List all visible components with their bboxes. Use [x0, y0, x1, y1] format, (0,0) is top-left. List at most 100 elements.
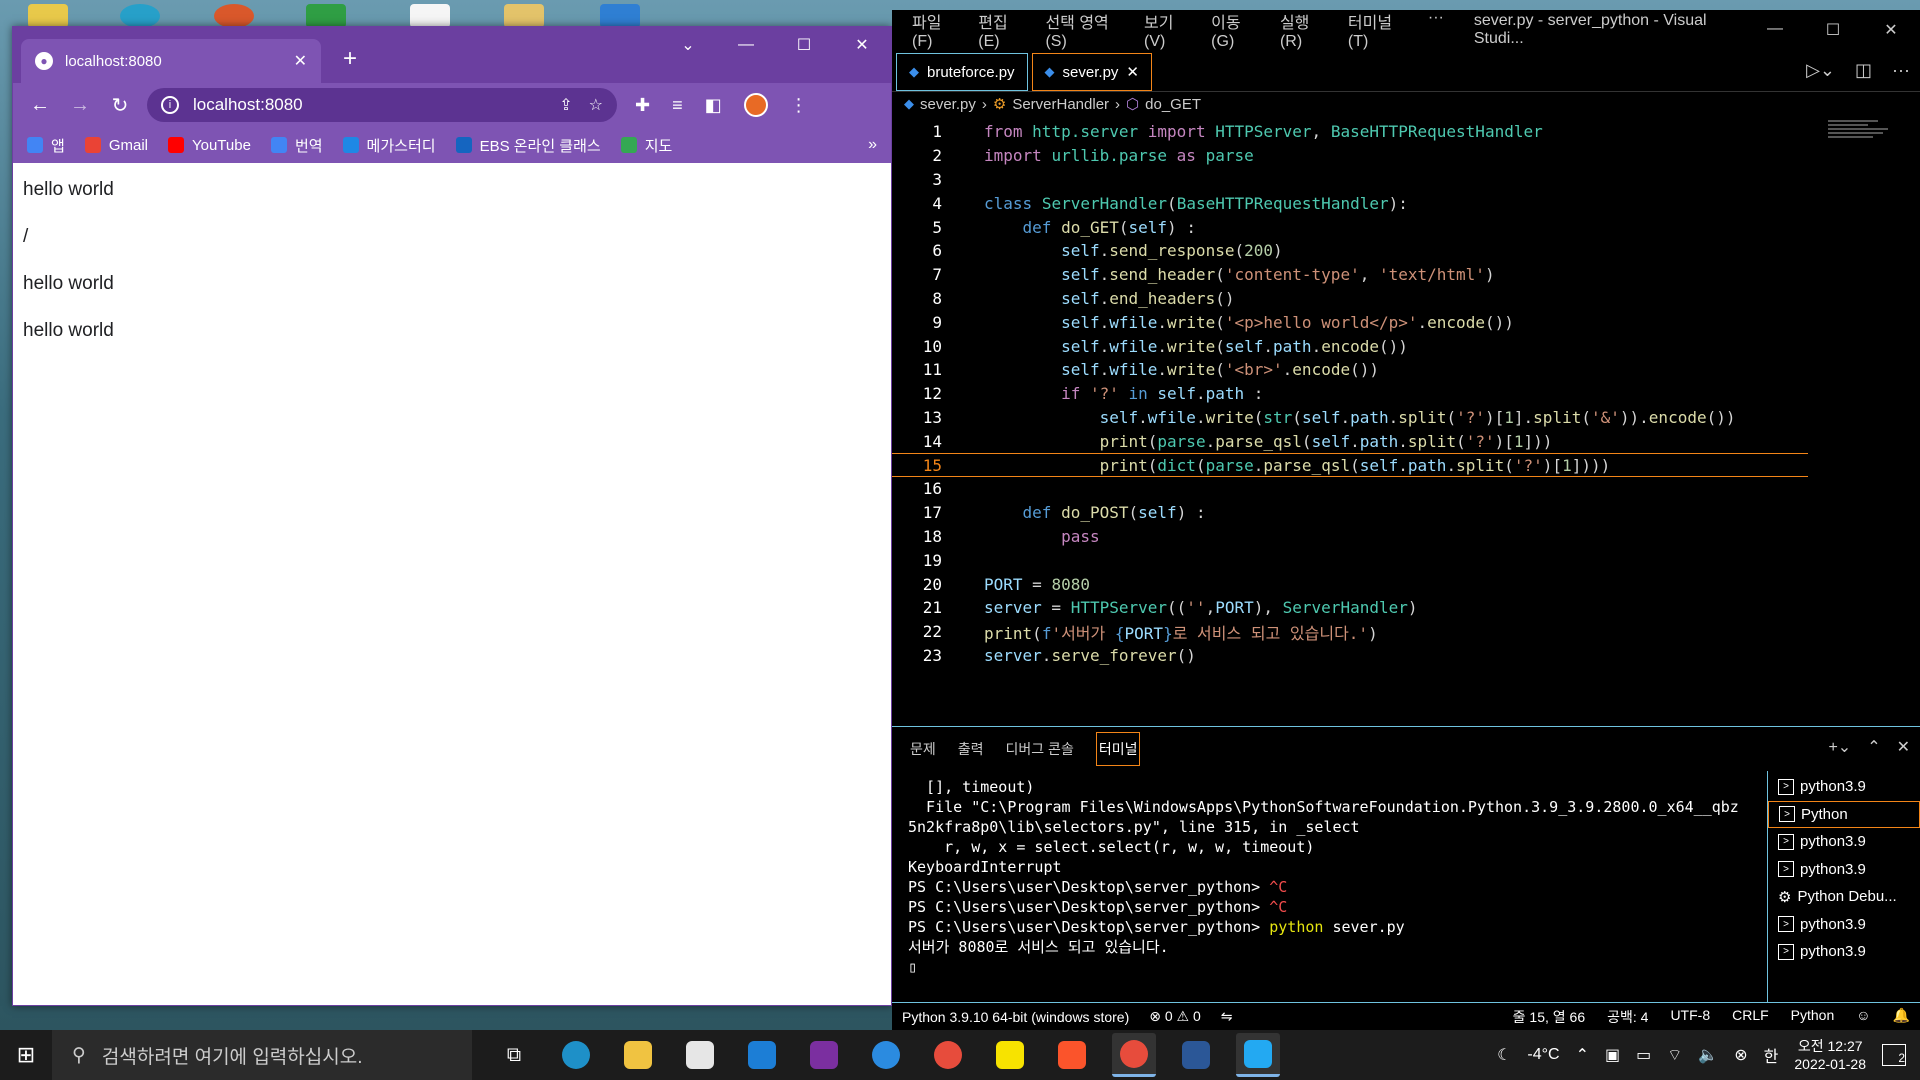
bookmark-translate[interactable]: 번역 — [270, 135, 323, 156]
tab-bruteforce[interactable]: ◆ bruteforce.py — [896, 53, 1028, 91]
menu-selection[interactable]: 선택 영역(S) — [1045, 9, 1124, 51]
close-icon[interactable]: ✕ — [1897, 737, 1910, 757]
maximize-panel-icon[interactable]: ⌃ — [1867, 737, 1880, 757]
tab-problems[interactable]: 문제 — [910, 739, 936, 759]
split-editor-icon[interactable]: ◫ — [1855, 60, 1872, 81]
network-icon[interactable]: ⌔ — [1667, 1045, 1682, 1065]
tab-debug-console[interactable]: 디버그 콘솔 — [1006, 739, 1074, 759]
interpreter-status[interactable]: Python 3.9.10 64-bit (windows store) — [902, 1009, 1129, 1025]
desktop-icon[interactable] — [600, 4, 640, 28]
breadcrumb-class[interactable]: ServerHandler — [1012, 96, 1109, 113]
cursor-position[interactable]: 줄 15, 열 66 — [1513, 1007, 1585, 1027]
terminal-instance[interactable]: ⚙ Python Debu... — [1768, 883, 1920, 911]
minimize-button[interactable]: — — [1746, 20, 1804, 40]
weather-moon-icon[interactable]: ☾ — [1497, 1045, 1511, 1065]
menu-go[interactable]: 이동(G) — [1211, 9, 1260, 51]
terminal-instance[interactable]: > python3.9 — [1768, 773, 1920, 801]
internet-explorer-icon[interactable] — [864, 1033, 908, 1077]
menu-icon[interactable]: ⋮ — [790, 95, 808, 116]
store-icon[interactable] — [678, 1033, 722, 1077]
windows-start-button[interactable]: ⊞ — [0, 1030, 52, 1080]
menu-more[interactable]: ··· — [1428, 9, 1444, 51]
problems-status[interactable]: ⊗ 0 ⚠ 0 — [1149, 1008, 1201, 1025]
kakaotalk-icon[interactable] — [988, 1033, 1032, 1077]
maximize-button[interactable]: ☐ — [1804, 20, 1862, 40]
ime-indicator[interactable]: 한 — [1764, 1043, 1779, 1067]
mute-icon[interactable]: ⊗ — [1734, 1045, 1747, 1065]
address-bar[interactable]: i localhost:8080 ⇪ ☆ — [147, 88, 617, 122]
chevron-right-icon[interactable]: » — [868, 136, 877, 154]
taskbar-search[interactable]: ⚲ 검색하려면 여기에 입력하십시오. — [52, 1030, 472, 1080]
menu-file[interactable]: 파일(F) — [912, 9, 958, 51]
camera-icon[interactable]: ▣ — [1605, 1045, 1620, 1065]
live-share-icon[interactable]: ⇋ — [1221, 1008, 1233, 1025]
new-tab-button[interactable]: + — [343, 45, 357, 73]
close-button[interactable]: ✕ — [1862, 20, 1920, 40]
desktop-icon[interactable] — [214, 4, 254, 28]
file-explorer-icon[interactable] — [616, 1033, 660, 1077]
indentation[interactable]: 공백: 4 — [1607, 1007, 1648, 1027]
terminal-instance[interactable]: > python3.9 — [1768, 828, 1920, 856]
chevron-up-icon[interactable]: ⌃ — [1576, 1045, 1589, 1065]
minimap[interactable] — [1828, 120, 1898, 180]
bookmark-megastudy[interactable]: 메가스터디 — [342, 135, 436, 156]
terminal-instance[interactable]: > python3.9 — [1768, 911, 1920, 939]
brave-icon[interactable] — [1050, 1033, 1094, 1077]
avatar[interactable] — [743, 93, 768, 117]
clock[interactable]: 오전 12:27 2022-01-28 — [1794, 1037, 1866, 1073]
side-panel-icon[interactable]: ◧ — [705, 95, 722, 116]
terminal-instance[interactable]: > python3.9 — [1768, 856, 1920, 884]
onenote-icon[interactable] — [802, 1033, 846, 1077]
edge-icon[interactable] — [554, 1033, 598, 1077]
bookmark-gmail[interactable]: Gmail — [84, 137, 148, 154]
desktop-icon[interactable] — [410, 4, 450, 28]
tab-terminal[interactable]: 터미널 — [1095, 732, 1141, 766]
feedback-icon[interactable]: ☺ — [1856, 1007, 1870, 1027]
chrome-icon[interactable] — [926, 1033, 970, 1077]
info-icon[interactable]: i — [161, 96, 179, 114]
terminal-output[interactable]: [], timeout) File "C:\Program Files\Wind… — [908, 777, 1768, 977]
bookmark-youtube[interactable]: YouTube — [167, 137, 251, 154]
vscode-icon[interactable] — [1236, 1033, 1280, 1077]
reload-button[interactable]: ↻ — [103, 88, 137, 122]
tab-output[interactable]: 출력 — [958, 739, 984, 759]
browser-tab[interactable]: ● localhost:8080 ✕ — [21, 39, 321, 83]
battery-icon[interactable]: ▭ — [1636, 1045, 1651, 1065]
share-icon[interactable]: ⇪ — [559, 95, 572, 115]
terminal-instance[interactable]: > Python — [1768, 800, 1920, 828]
desktop-icon[interactable] — [504, 4, 544, 28]
run-icon[interactable]: ▷⌄ — [1806, 60, 1835, 81]
temperature[interactable]: -4°C — [1527, 1046, 1559, 1064]
chevron-down-icon[interactable]: ⌄ — [659, 27, 717, 63]
breadcrumb-file[interactable]: sever.py — [920, 96, 976, 113]
breadcrumb-method[interactable]: do_GET — [1145, 96, 1201, 113]
notification-icon[interactable]: 2 — [1882, 1044, 1906, 1066]
menu-run[interactable]: 실행(R) — [1280, 9, 1328, 51]
mail-icon[interactable] — [740, 1033, 784, 1077]
close-icon[interactable]: ✕ — [1126, 63, 1139, 81]
encoding[interactable]: UTF-8 — [1670, 1007, 1710, 1027]
bookmark-apps[interactable]: 앱 — [27, 135, 65, 156]
maximize-button[interactable]: ☐ — [775, 27, 833, 63]
extensions-icon[interactable]: ✚ — [635, 95, 650, 116]
menu-view[interactable]: 보기(V) — [1144, 9, 1191, 51]
menu-edit[interactable]: 편집(E) — [978, 9, 1025, 51]
menu-terminal[interactable]: 터미널(T) — [1348, 9, 1408, 51]
terminal-instance[interactable]: > python3.9 — [1768, 938, 1920, 966]
code-editor[interactable]: 1 from http.server import HTTPServer, Bas… — [892, 120, 1920, 726]
bookmark-ebs[interactable]: EBS 온라인 클래스 — [455, 135, 601, 156]
chrome-active-icon[interactable] — [1112, 1033, 1156, 1077]
star-icon[interactable]: ☆ — [589, 95, 603, 115]
bookmark-maps[interactable]: 지도 — [620, 135, 672, 156]
forward-button[interactable]: → — [63, 88, 97, 122]
powershell-icon[interactable] — [1174, 1033, 1218, 1077]
task-view-icon[interactable]: ⧉ — [492, 1033, 536, 1077]
minimize-button[interactable]: — — [717, 27, 775, 63]
new-terminal-icon[interactable]: +⌄ — [1828, 737, 1851, 757]
line-ending[interactable]: CRLF — [1732, 1007, 1769, 1027]
language-mode[interactable]: Python — [1791, 1007, 1835, 1027]
desktop-icon[interactable] — [120, 4, 160, 28]
close-icon[interactable]: ✕ — [294, 51, 307, 71]
volume-icon[interactable]: 🔈 — [1698, 1045, 1718, 1065]
media-icon[interactable]: ≡ — [672, 95, 683, 116]
